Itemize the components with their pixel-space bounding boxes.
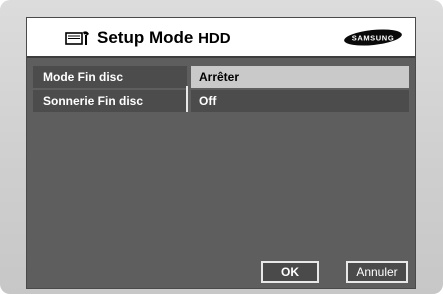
samsung-logo: SAMSUNG [344,29,402,46]
setting-row-sonnerie-fin-disc[interactable]: Sonnerie Fin disc Off [33,90,409,112]
header-bar: Setup Mode HDD SAMSUNG [27,18,415,58]
page-title: Setup Mode HDD [97,27,231,50]
column-divider [186,86,188,112]
setup-panel: Setup Mode HDD SAMSUNG Mode Fin disc Arr… [27,18,415,288]
ok-button[interactable]: OK [261,261,319,283]
setting-label: Sonnerie Fin disc [33,90,187,112]
cancel-button[interactable]: Annuler [346,261,408,283]
setting-value[interactable]: Off [191,90,409,112]
title-text: Setup Mode [97,28,194,47]
mode-name: HDD [198,30,231,47]
setting-label: Mode Fin disc [33,66,187,88]
setting-value-selected[interactable]: Arrêter [191,66,409,88]
setting-row-mode-fin-disc[interactable]: Mode Fin disc Arrêter [33,66,409,88]
svg-text:SAMSUNG: SAMSUNG [352,33,395,42]
setup-tool-icon [65,31,89,45]
